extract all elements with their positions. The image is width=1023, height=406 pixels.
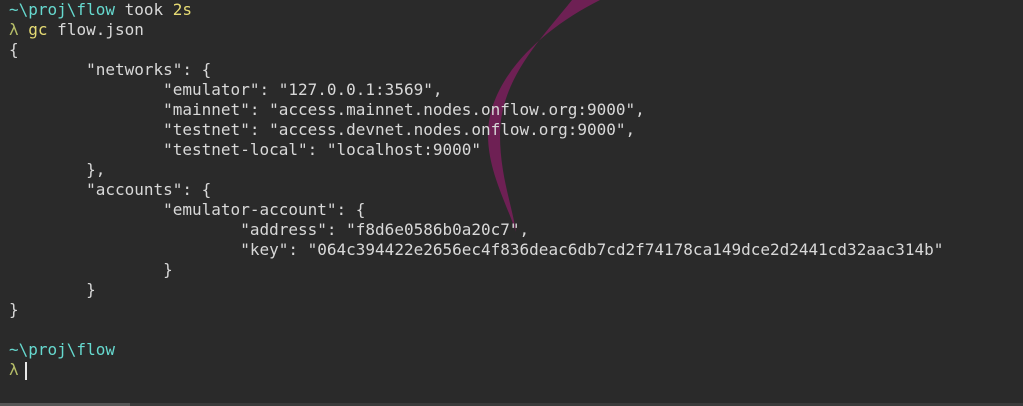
json-line: "emulator-account": { — [9, 200, 366, 219]
json-line: } — [9, 260, 173, 279]
command-name: gc — [28, 20, 48, 39]
elapsed-time: 2s — [172, 0, 193, 19]
command-line-2[interactable]: λ — [9, 360, 943, 380]
json-line: "networks": { — [9, 60, 212, 79]
command-line-1: λ gc flow.json — [9, 20, 943, 40]
json-line: } — [9, 280, 96, 299]
terminal-output: ~\proj\flow took 2s λ gc flow.json { "ne… — [9, 0, 943, 380]
json-line: }, — [9, 160, 106, 179]
lambda-prompt-icon: λ — [9, 360, 19, 379]
json-line: { — [9, 40, 19, 59]
json-line: "accounts": { — [9, 180, 212, 199]
json-line: "key": "064c394422e2656ec4f836deac6db7cd… — [9, 240, 944, 259]
took-label: took — [114, 0, 173, 19]
json-line: "address": "f8d6e0586b0a20c7", — [9, 220, 530, 239]
cwd-path: ~\proj\flow — [9, 340, 115, 359]
json-line: "mainnet": "access.mainnet.nodes.onflow.… — [9, 100, 645, 119]
json-line: "emulator": "127.0.0.1:3569", — [9, 80, 443, 99]
json-line: } — [9, 300, 19, 319]
lambda-prompt-icon: λ — [9, 20, 19, 39]
json-line: "testnet": "access.devnet.nodes.onflow.o… — [9, 120, 636, 139]
json-line: "testnet-local": "localhost:9000" — [9, 140, 482, 159]
command-argument: flow.json — [47, 20, 144, 39]
prompt-line-2: ~\proj\flow — [9, 340, 943, 360]
prompt-line-1: ~\proj\flow took 2s — [9, 0, 943, 20]
terminal-window[interactable]: ~\proj\flow took 2s λ gc flow.json { "ne… — [0, 0, 1023, 406]
text-cursor[interactable] — [24, 361, 27, 380]
cwd-path: ~\proj\flow — [9, 0, 115, 19]
